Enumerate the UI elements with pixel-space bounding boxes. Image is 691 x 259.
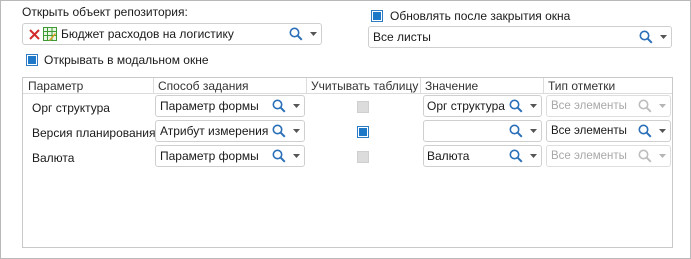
row-value-combo[interactable]: Орг структура (423, 95, 542, 117)
column-header-mark-type: Тип отметки (548, 79, 616, 93)
row-method-value: Параметр формы (160, 149, 259, 163)
row-parameter: Версия планирования (32, 126, 156, 140)
search-icon[interactable] (636, 96, 654, 116)
search-icon[interactable] (270, 96, 288, 116)
row-value-combo[interactable] (423, 120, 542, 142)
row-method-combo[interactable]: Параметр формы (155, 145, 305, 167)
row-value-combo[interactable]: Валюта (423, 145, 542, 167)
chevron-down-icon[interactable] (654, 146, 670, 166)
chevron-down-icon[interactable] (655, 27, 671, 47)
row-value: Орг структура (427, 99, 505, 113)
row-mark-type-combo[interactable]: Все элементы (546, 145, 671, 167)
open-object-value: Бюджет расходов на логистику (61, 27, 234, 41)
row-method-combo[interactable]: Атрибут измерения (155, 120, 305, 142)
chevron-down-icon[interactable] (525, 121, 541, 141)
column-header-method: Способ задания (158, 79, 249, 93)
search-icon[interactable] (270, 121, 288, 141)
row-parameter: Валюта (32, 151, 75, 165)
chevron-down-icon[interactable] (288, 96, 304, 116)
sheets-value: Все листы (373, 30, 431, 44)
row-mark-type-value: Все элементы (551, 125, 627, 137)
grid-header: Параметр Способ задания Учитывать таблиц… (23, 78, 672, 94)
modal-window-label: Открывать в модальном окне (44, 53, 209, 67)
row-method-combo[interactable]: Параметр формы (155, 95, 305, 117)
chevron-down-icon[interactable] (654, 96, 670, 116)
parameters-grid: Параметр Способ задания Учитывать таблиц… (22, 77, 673, 248)
chevron-down-icon[interactable] (288, 121, 304, 141)
column-header-use-table: Учитывать таблицу (311, 79, 419, 93)
search-icon[interactable] (636, 121, 654, 141)
search-icon[interactable] (287, 24, 305, 44)
refresh-after-close-checkbox[interactable] (371, 10, 383, 22)
row-use-table-checkbox[interactable] (357, 126, 369, 138)
spreadsheet-icon (42, 24, 58, 44)
column-divider[interactable] (153, 78, 154, 94)
row-use-table-checkbox[interactable] (357, 151, 369, 163)
chevron-down-icon[interactable] (525, 146, 541, 166)
open-object-combo[interactable]: Бюджет расходов на логистику (22, 23, 322, 45)
search-icon[interactable] (507, 146, 525, 166)
row-mark-type-value: Все элементы (551, 100, 627, 112)
search-icon[interactable] (507, 96, 525, 116)
column-header-value: Значение (425, 79, 479, 93)
row-mark-type-combo[interactable]: Все элементы (546, 120, 671, 142)
modal-window-checkbox[interactable] (26, 54, 38, 66)
row-mark-type-value: Все элементы (551, 150, 627, 162)
column-divider[interactable] (306, 78, 307, 94)
column-divider[interactable] (420, 78, 421, 94)
sheets-combo[interactable]: Все листы (368, 26, 672, 48)
chevron-down-icon[interactable] (525, 96, 541, 116)
refresh-after-close-label: Обновлять после закрытия окна (390, 9, 571, 23)
row-value: Валюта (427, 149, 470, 163)
search-icon[interactable] (507, 121, 525, 141)
row-method-value: Параметр формы (160, 99, 259, 113)
search-icon[interactable] (637, 27, 655, 47)
row-parameter: Орг структура (32, 101, 110, 115)
clear-icon[interactable] (26, 24, 42, 44)
row-use-table-checkbox[interactable] (357, 101, 369, 113)
column-header-parameter: Параметр (28, 79, 84, 93)
chevron-down-icon[interactable] (305, 24, 321, 44)
search-icon[interactable] (270, 146, 288, 166)
row-method-value: Атрибут измерения (160, 124, 269, 138)
search-icon[interactable] (636, 146, 654, 166)
chevron-down-icon[interactable] (654, 121, 670, 141)
chevron-down-icon[interactable] (288, 146, 304, 166)
row-mark-type-combo[interactable]: Все элементы (546, 95, 671, 117)
open-object-label: Открыть объект репозитория: (22, 5, 188, 19)
column-divider[interactable] (543, 78, 544, 94)
